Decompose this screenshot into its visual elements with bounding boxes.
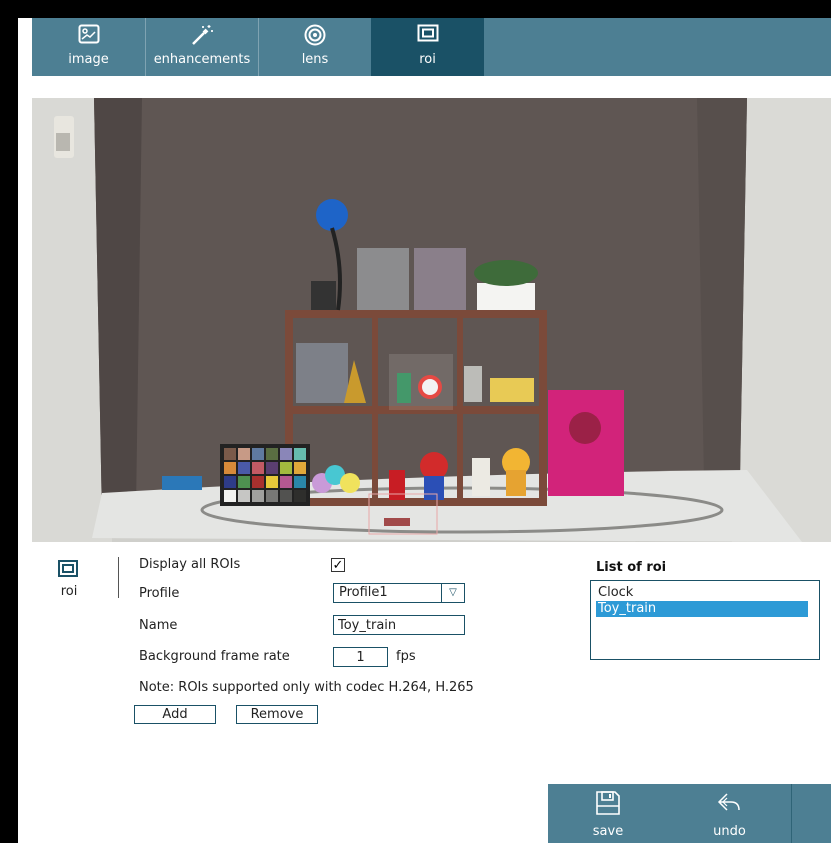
undo-icon [717,790,743,820]
color-checker-patch [238,490,250,502]
chevron-down-icon[interactable]: ▽ [441,584,464,602]
color-checker-patch [266,448,278,460]
roi-list[interactable]: Clock Toy_train [590,580,820,660]
roi-icon [58,560,78,577]
fps-unit-label: fps [396,649,416,664]
color-checker-patch [266,476,278,488]
image-icon [78,24,100,48]
name-label: Name [139,618,178,633]
color-checker-patch [224,476,236,488]
color-checker-patch [294,476,306,488]
color-checker-patch [252,448,264,460]
save-button[interactable]: save [548,784,668,843]
save-label: save [592,824,624,839]
save-icon [595,790,621,820]
color-checker-patch [252,490,264,502]
tab-roi-label: roi [419,52,436,67]
tab-image-label: image [68,52,109,67]
color-checker-patch [294,462,306,474]
color-checker-patch [294,490,306,502]
undo-label: undo [713,824,746,839]
list-item[interactable]: Clock [596,585,808,601]
profile-select-value: Profile1 [339,585,388,600]
camera-settings-app: image enhancements lens roi roi Display … [18,18,831,843]
color-checker-patch [294,448,306,460]
action-bar: save undo [548,784,831,843]
magic-wand-icon [190,24,214,50]
color-checker-patch [252,476,264,488]
tab-lens[interactable]: lens [259,18,371,76]
profile-label: Profile [139,586,180,601]
color-checker-patch [280,476,292,488]
name-field[interactable] [333,615,465,635]
tab-bar: image enhancements lens roi [32,18,831,76]
color-checker-patch [280,462,292,474]
color-checker-patch [280,448,292,460]
color-checker-patch [252,462,264,474]
color-checker-patch [266,490,278,502]
display-all-rois-checkbox[interactable]: ✓ [331,558,345,573]
color-checker-patch [280,490,292,502]
color-checker-patch [238,476,250,488]
color-checker-patch [238,448,250,460]
tab-image[interactable]: image [32,18,145,76]
profile-select[interactable]: Profile1 ▽ [333,583,465,603]
camera-preview[interactable] [32,98,831,542]
undo-button[interactable]: undo [668,784,791,843]
tab-roi[interactable]: roi [371,18,484,76]
roi-list-title: List of roi [596,560,667,575]
color-checker-patch [224,490,236,502]
background-frame-rate-label: Background frame rate [139,649,290,664]
add-button[interactable]: Add [134,705,216,724]
tab-lens-label: lens [301,52,329,67]
tab-enhancements[interactable]: enhancements [146,18,258,76]
roi-icon [417,24,439,46]
list-item[interactable]: Toy_train [596,601,808,617]
color-checker-patch [224,448,236,460]
remove-button[interactable]: Remove [236,705,318,724]
display-all-rois-label: Display all ROIs [139,557,241,572]
color-checker-patch [238,462,250,474]
color-checker-patch [266,462,278,474]
action-divider [791,784,792,843]
tab-enhancements-label: enhancements [153,52,251,67]
background-frame-rate-input[interactable] [333,647,388,667]
codec-note: Note: ROIs supported only with codec H.2… [139,680,474,695]
lens-icon [304,24,326,50]
section-divider [118,557,119,598]
side-section-label: roi [60,584,78,599]
color-checker-patch [224,462,236,474]
